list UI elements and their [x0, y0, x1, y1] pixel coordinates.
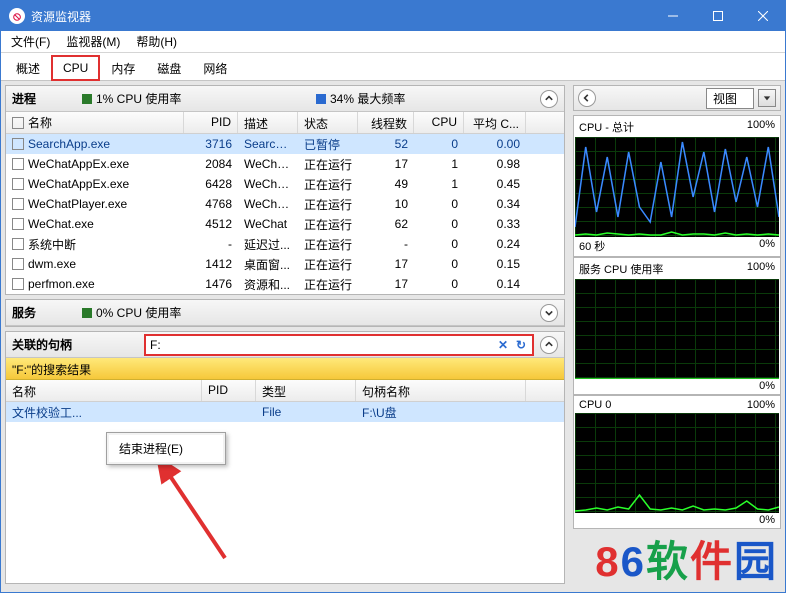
tab-network[interactable]: 网络 [192, 55, 238, 81]
chart-cpu0: CPU 0 100% 0% [573, 395, 781, 529]
table-row[interactable]: 文件校验工...FileF:\U盘 [6, 402, 564, 422]
max-freq-meter: 34% 最大频率 [316, 90, 405, 107]
services-header[interactable]: 服务 0% CPU 使用率 [6, 300, 564, 326]
services-cpu-meter: 0% CPU 使用率 [82, 304, 181, 321]
chart-svc: 服务 CPU 使用率 100% 0% [573, 257, 781, 395]
chart-min: 0% [759, 514, 775, 526]
table-row[interactable]: WeChatAppEx.exe2084WeCha...正在运行1710.98 [6, 154, 564, 174]
window-title: 资源监视器 [31, 8, 650, 25]
chart-title: CPU 0 [579, 399, 611, 411]
handles-search-input[interactable] [146, 338, 494, 352]
row-checkbox[interactable] [12, 198, 24, 210]
chart-title: 服务 CPU 使用率 [579, 261, 663, 277]
clear-search-icon[interactable]: ✕ [494, 336, 512, 354]
watermark: 86软件园 [595, 528, 778, 589]
processes-title: 进程 [12, 90, 72, 107]
check-all[interactable] [12, 117, 24, 129]
table-row[interactable]: WeChat.exe4512WeChat正在运行6200.33 [6, 214, 564, 234]
tab-overview[interactable]: 概述 [5, 55, 51, 81]
close-button[interactable] [740, 1, 785, 31]
minimize-button[interactable] [650, 1, 695, 31]
menu-file[interactable]: 文件(F) [3, 31, 58, 52]
handles-header[interactable]: 关联的句柄 ✕ ↻ [6, 332, 564, 358]
handles-title: 关联的句柄 [12, 336, 132, 353]
row-checkbox[interactable] [12, 258, 24, 270]
chart-min: 0% [759, 238, 775, 254]
processes-panel: 进程 1% CPU 使用率 34% 最大频率 名称 PID 描述 状态 线程数 … [5, 85, 565, 295]
tab-cpu[interactable]: CPU [51, 55, 100, 81]
menu-help[interactable]: 帮助(H) [128, 31, 185, 52]
view-dropdown-icon[interactable] [758, 89, 776, 107]
row-checkbox[interactable] [12, 158, 24, 170]
view-select[interactable]: 视图 [706, 88, 754, 109]
chart-min: 0% [759, 380, 775, 392]
chart-xlabel: 60 秒 [579, 238, 605, 254]
table-row[interactable]: perfmon.exe1476资源和...正在运行1700.14 [6, 274, 564, 294]
handles-grid: 名称 PID 类型 句柄名称 文件校验工...FileF:\U盘 [6, 380, 564, 422]
menubar: 文件(F) 监视器(M) 帮助(H) [1, 31, 785, 53]
processes-grid: 名称 PID 描述 状态 线程数 CPU 平均 C... SearchApp.e… [6, 112, 564, 294]
row-checkbox[interactable] [12, 278, 24, 290]
tab-memory[interactable]: 内存 [100, 55, 146, 81]
resource-monitor-window: ⦸ 资源监视器 文件(F) 监视器(M) 帮助(H) 概述 CPU 内存 磁盘 … [0, 0, 786, 593]
row-checkbox[interactable] [12, 178, 24, 190]
table-row[interactable]: SearchApp.exe3716Search...已暂停5200.00 [6, 134, 564, 154]
handles-columns[interactable]: 名称 PID 类型 句柄名称 [6, 380, 564, 402]
chart-title: CPU - 总计 [579, 119, 634, 135]
chart-max: 100% [747, 119, 775, 135]
app-icon: ⦸ [9, 8, 25, 24]
table-row[interactable]: WeChatAppEx.exe6428WeCha...正在运行4910.45 [6, 174, 564, 194]
processes-header[interactable]: 进程 1% CPU 使用率 34% 最大频率 [6, 86, 564, 112]
chart-max: 100% [747, 399, 775, 411]
end-process-item[interactable]: 结束进程(E) [109, 435, 223, 462]
body: 进程 1% CPU 使用率 34% 最大频率 名称 PID 描述 状态 线程数 … [1, 81, 785, 592]
context-menu: 结束进程(E) [106, 432, 226, 465]
expand-icon[interactable] [540, 304, 558, 322]
services-panel: 服务 0% CPU 使用率 [5, 299, 565, 327]
cpu-usage-meter: 1% CPU 使用率 [82, 90, 181, 107]
maximize-button[interactable] [695, 1, 740, 31]
collapse-icon[interactable] [540, 336, 558, 354]
table-row[interactable]: dwm.exe1412桌面窗...正在运行1700.15 [6, 254, 564, 274]
tabs: 概述 CPU 内存 磁盘 网络 [1, 53, 785, 81]
refresh-search-icon[interactable]: ↻ [512, 336, 530, 354]
charts-collapse-icon[interactable] [578, 89, 596, 107]
collapse-icon[interactable] [540, 90, 558, 108]
row-checkbox[interactable] [12, 238, 24, 250]
chart-cpu: CPU - 总计 100% 60 秒 0% [573, 115, 781, 257]
handles-panel: 关联的句柄 ✕ ↻ "F:"的搜索结果 名称 PID 类型 句柄名称 [5, 331, 565, 584]
chart-max: 100% [747, 261, 775, 277]
table-row[interactable]: WeChatPlayer.exe4768WeCha...正在运行1000.34 [6, 194, 564, 214]
processes-columns[interactable]: 名称 PID 描述 状态 线程数 CPU 平均 C... [6, 112, 564, 134]
annotation-arrow [130, 448, 250, 568]
charts-column: 视图 CPU - 总计100%60 秒0%服务 CPU 使用率100%0%CPU… [569, 81, 785, 592]
row-checkbox[interactable] [12, 218, 24, 230]
search-result-label: "F:"的搜索结果 [6, 358, 564, 380]
handles-search-wrap: ✕ ↻ [144, 334, 534, 356]
table-row[interactable]: 系统中断-延迟过...正在运行-00.24 [6, 234, 564, 254]
menu-monitor[interactable]: 监视器(M) [58, 31, 128, 52]
services-title: 服务 [12, 304, 72, 321]
row-checkbox[interactable] [12, 138, 24, 150]
charts-header: 视图 [573, 85, 781, 111]
tab-disk[interactable]: 磁盘 [146, 55, 192, 81]
titlebar[interactable]: ⦸ 资源监视器 [1, 1, 785, 31]
